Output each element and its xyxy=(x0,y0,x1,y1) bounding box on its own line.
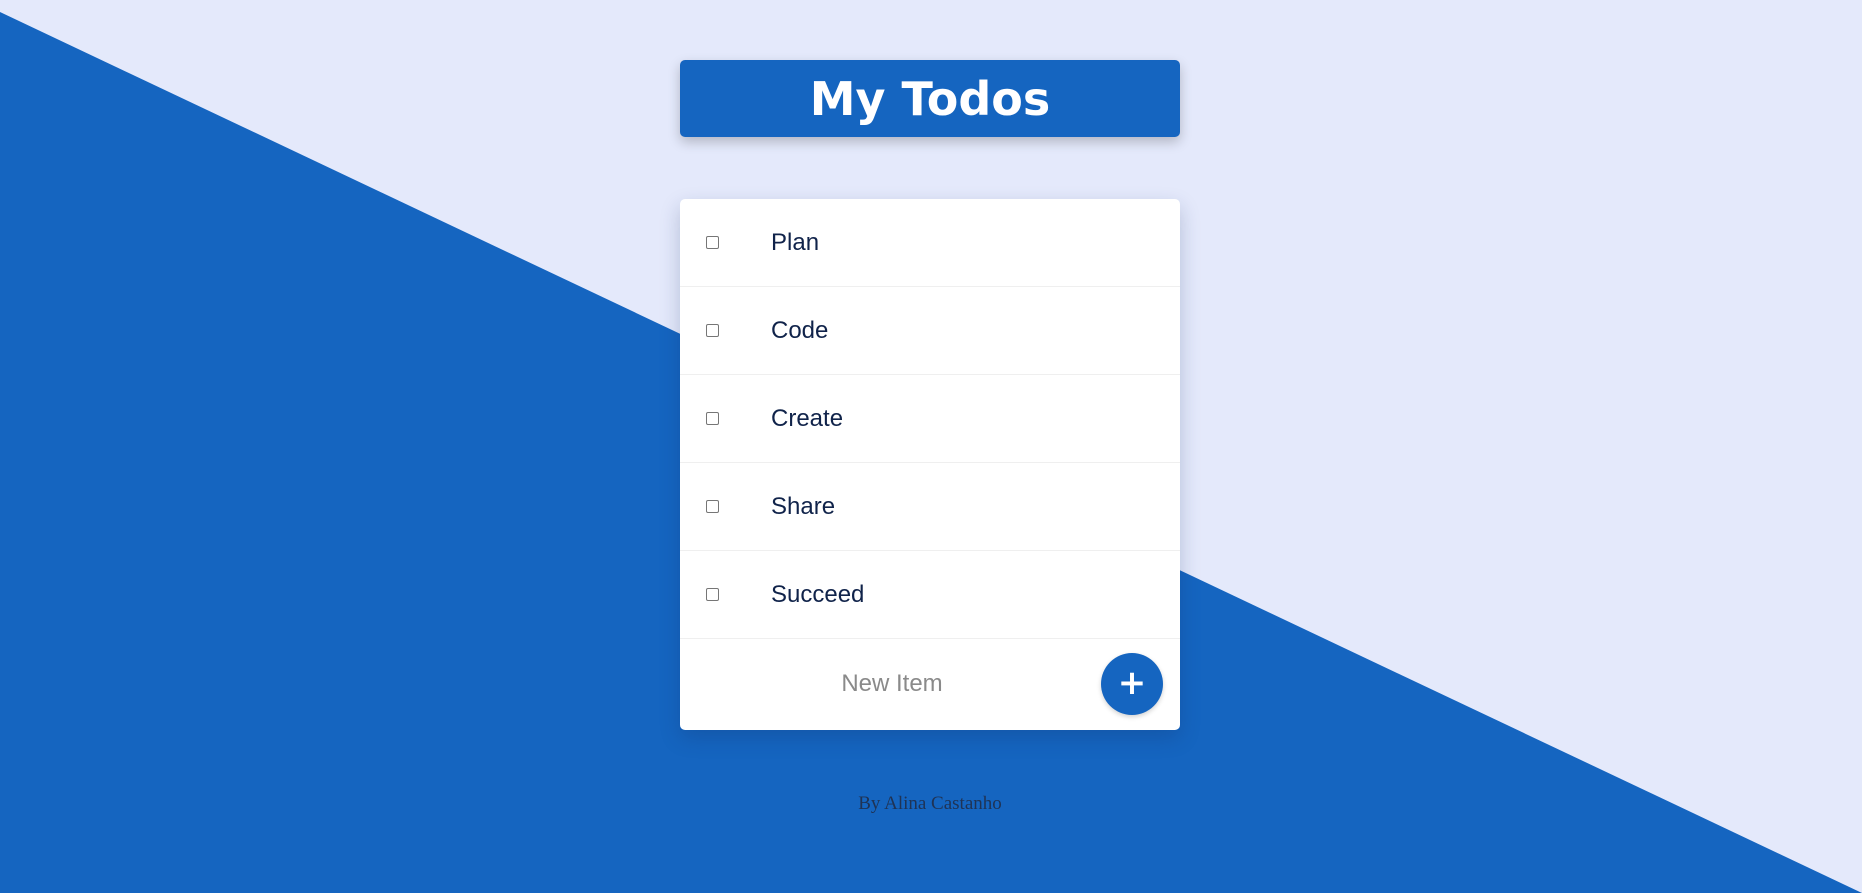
new-item-input[interactable] xyxy=(740,663,1044,705)
todo-item-plan: Plan xyxy=(680,199,1180,287)
todo-label: Code xyxy=(771,316,829,344)
todo-item-succeed: Succeed xyxy=(680,551,1180,639)
todo-card: Plan Code Create Share Succeed + xyxy=(680,199,1180,730)
add-item-button[interactable]: + xyxy=(1101,653,1163,715)
todo-label: Create xyxy=(771,404,844,432)
todo-item-share: Share xyxy=(680,463,1180,551)
title-banner: My Todos xyxy=(680,60,1180,137)
todo-item-code: Code xyxy=(680,287,1180,375)
todo-label: Plan xyxy=(771,228,820,256)
todo-label: Succeed xyxy=(771,580,865,608)
todo-item-create: Create xyxy=(680,375,1180,463)
new-item-row: + xyxy=(680,639,1180,729)
todo-checkbox[interactable] xyxy=(706,500,719,513)
todo-checkbox[interactable] xyxy=(706,412,719,425)
page-title: My Todos xyxy=(809,71,1051,126)
footer-credit: By Alina Castanho xyxy=(858,793,1002,814)
todo-label: Share xyxy=(771,492,836,520)
todo-checkbox[interactable] xyxy=(706,588,719,601)
todo-checkbox[interactable] xyxy=(706,236,719,249)
todo-checkbox[interactable] xyxy=(706,324,719,337)
